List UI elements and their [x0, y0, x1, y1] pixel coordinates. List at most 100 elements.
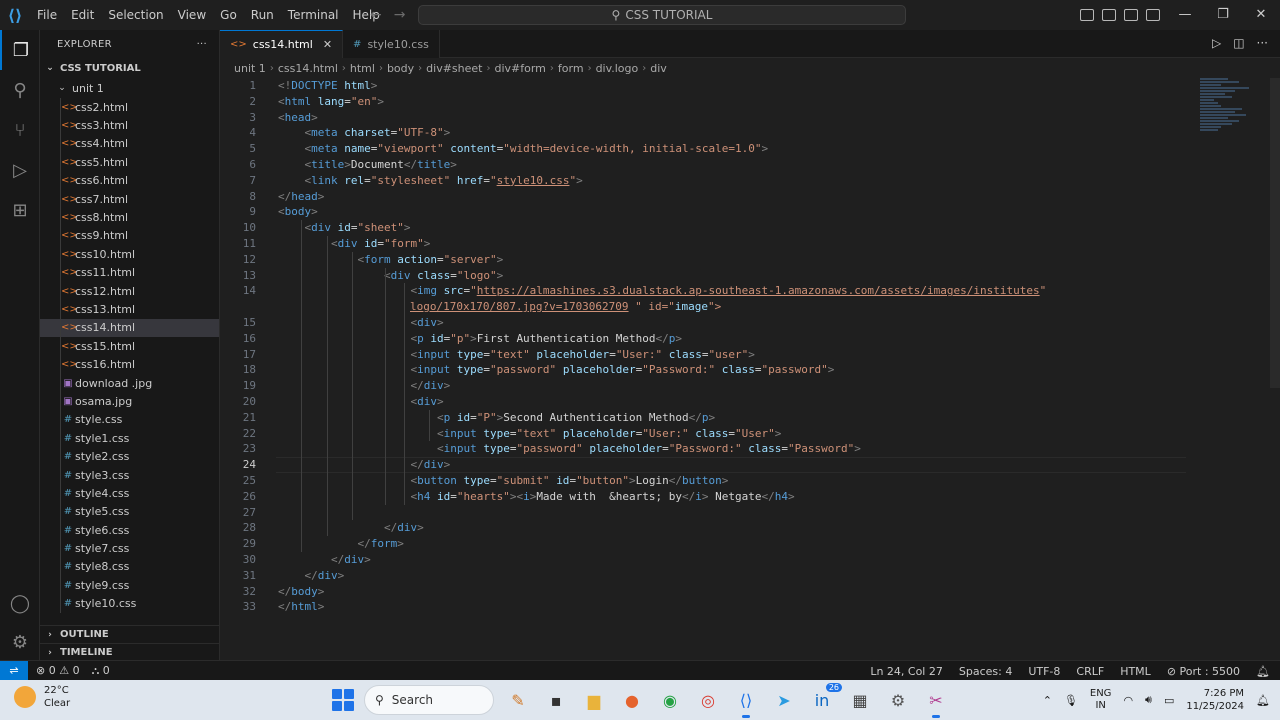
ports-indicator[interactable]: ⛬ 0	[92, 664, 110, 678]
file-item[interactable]: # style4.css	[40, 484, 219, 502]
breadcrumb-item[interactable]: div#form	[494, 62, 545, 75]
whatsapp-icon[interactable]: ◉	[656, 686, 684, 714]
taskbar-search[interactable]: ⚲ Search	[364, 685, 494, 715]
settings-gear-icon[interactable]: ⚙	[0, 622, 40, 662]
menu-item-file[interactable]: File	[30, 0, 64, 30]
command-center[interactable]: ⚲ CSS TUTORIAL	[418, 5, 906, 25]
run-icon[interactable]: ▷	[1212, 36, 1221, 50]
live-server-port[interactable]: ⊘ Port : 5500	[1167, 665, 1240, 678]
cursor-position[interactable]: Ln 24, Col 27	[870, 665, 943, 678]
more-icon[interactable]: ···	[1257, 36, 1268, 50]
file-item[interactable]: <> css12.html	[40, 282, 219, 300]
timeline-section[interactable]: › TIMELINE	[40, 643, 220, 661]
toggle-sidebar-icon[interactable]	[1080, 9, 1094, 21]
code-editor[interactable]: 1 <!DOCTYPE html> 2 <html lang="en"> 3 <head>…	[220, 78, 1260, 638]
widgets-app-icon[interactable]: ✎	[504, 686, 532, 714]
customize-layout-icon[interactable]	[1146, 9, 1160, 21]
file-item[interactable]: # style2.css	[40, 447, 219, 465]
file-item[interactable]: # style.css	[40, 411, 219, 429]
file-explorer-icon[interactable]: ▆	[580, 686, 608, 714]
breadcrumb-item[interactable]: div	[650, 62, 667, 75]
file-item[interactable]: <> css2.html	[40, 98, 219, 116]
forward-arrow-icon[interactable]: →	[394, 7, 406, 23]
problems-indicator[interactable]: ⊗ 0 ⚠ 0	[36, 664, 80, 678]
file-item[interactable]: <> css6.html	[40, 172, 219, 190]
settings-icon[interactable]: ⚙	[884, 686, 912, 714]
breadcrumb-item[interactable]: div.logo	[596, 62, 639, 75]
snipping-tool-icon[interactable]: ✂	[922, 686, 950, 718]
run-debug-icon[interactable]: ▷	[0, 150, 40, 190]
menu-item-terminal[interactable]: Terminal	[281, 0, 346, 30]
file-item[interactable]: <> css14.html	[40, 318, 219, 338]
chrome-icon[interactable]: ◎	[694, 686, 722, 714]
firefox-icon[interactable]: ●	[618, 686, 646, 714]
more-actions-icon[interactable]: ···	[197, 39, 207, 50]
file-item[interactable]: <> css10.html	[40, 245, 219, 263]
microphone-icon[interactable]: 🎙︎	[1064, 694, 1078, 707]
folder-unit-1[interactable]: ⌄ unit 1	[40, 78, 219, 98]
file-item[interactable]: <> css7.html	[40, 190, 219, 208]
file-item[interactable]: <> css9.html	[40, 227, 219, 245]
menu-item-run[interactable]: Run	[244, 0, 281, 30]
linkedin-icon[interactable]: in 26	[808, 683, 842, 714]
menu-item-view[interactable]: View	[171, 0, 213, 30]
minimize-icon[interactable]: —	[1166, 0, 1204, 30]
encoding[interactable]: UTF-8	[1028, 665, 1060, 678]
wifi-icon[interactable]: ◠	[1123, 694, 1133, 707]
file-item[interactable]: # style10.css	[40, 595, 219, 613]
back-arrow-icon[interactable]: ←	[370, 7, 382, 23]
file-item[interactable]: # style1.css	[40, 429, 219, 447]
language-mode[interactable]: HTML	[1120, 665, 1151, 678]
file-item[interactable]: <> css15.html	[40, 337, 219, 355]
breadcrumb-item[interactable]: form	[558, 62, 584, 75]
start-button-icon[interactable]	[332, 689, 354, 711]
tab-style10-css[interactable]: # style10.css	[343, 30, 440, 58]
show-hidden-icons-chevron-icon[interactable]: ⌃	[1043, 694, 1052, 707]
end-of-line[interactable]: CRLF	[1076, 665, 1104, 678]
clock[interactable]: 7:26 PM 11/25/2024	[1186, 687, 1244, 713]
breadcrumb-item[interactable]: body	[387, 62, 414, 75]
remote-icon[interactable]: ⇌	[0, 660, 28, 681]
menu-item-selection[interactable]: Selection	[101, 0, 170, 30]
battery-icon[interactable]: ▭	[1164, 694, 1174, 707]
close-window-icon[interactable]: ✕	[1242, 0, 1280, 30]
file-item[interactable]: # style9.css	[40, 576, 219, 594]
source-control-icon[interactable]: ⑂	[0, 110, 40, 150]
telegram-icon[interactable]: ➤	[770, 686, 798, 714]
file-item[interactable]: # style6.css	[40, 521, 219, 539]
file-item[interactable]: <> css3.html	[40, 116, 219, 134]
search-icon[interactable]: ⚲	[0, 70, 40, 110]
menu-item-edit[interactable]: Edit	[64, 0, 101, 30]
weather-widget[interactable]: 22°C Clear	[14, 684, 70, 710]
extensions-icon[interactable]: ⊞	[0, 190, 40, 230]
account-icon[interactable]: ◯	[0, 583, 40, 623]
editor-scrollbar[interactable]	[1270, 78, 1280, 388]
vscode-taskbar-icon[interactable]: ⟨⟩	[732, 686, 760, 718]
minimap[interactable]	[1200, 78, 1270, 131]
file-item[interactable]: # style3.css	[40, 466, 219, 484]
breadcrumb-item[interactable]: css14.html	[278, 62, 338, 75]
file-item[interactable]: <> css4.html	[40, 135, 219, 153]
notifications-bell-icon[interactable]: 🔔︎	[1256, 665, 1270, 678]
close-tab-icon[interactable]: ✕	[323, 38, 332, 51]
outline-section[interactable]: › OUTLINE	[40, 625, 220, 643]
breadcrumb-item[interactable]: html	[350, 62, 375, 75]
restore-icon[interactable]: ❐	[1204, 0, 1242, 30]
file-item[interactable]: <> css8.html	[40, 208, 219, 226]
breadcrumb-item[interactable]: div#sheet	[426, 62, 482, 75]
file-item[interactable]: # style5.css	[40, 503, 219, 521]
file-item[interactable]: <> css13.html	[40, 300, 219, 318]
split-editor-icon[interactable]: ◫	[1233, 36, 1244, 50]
calculator-icon[interactable]: ▦	[846, 686, 874, 714]
file-item[interactable]: # style7.css	[40, 539, 219, 557]
explorer-icon[interactable]: ❐	[0, 30, 40, 70]
file-item[interactable]: ▣ download .jpg	[40, 374, 219, 392]
file-item[interactable]: ▣ osama.jpg	[40, 392, 219, 410]
breadcrumb-item[interactable]: unit 1	[234, 62, 266, 75]
toggle-secondary-sidebar-icon[interactable]	[1124, 9, 1138, 21]
toggle-panel-icon[interactable]	[1102, 9, 1116, 21]
file-item[interactable]: # style8.css	[40, 558, 219, 576]
indentation[interactable]: Spaces: 4	[959, 665, 1012, 678]
workspace-root[interactable]: ⌄ CSS TUTORIAL	[40, 58, 219, 78]
language-indicator[interactable]: ENG IN	[1090, 688, 1112, 712]
